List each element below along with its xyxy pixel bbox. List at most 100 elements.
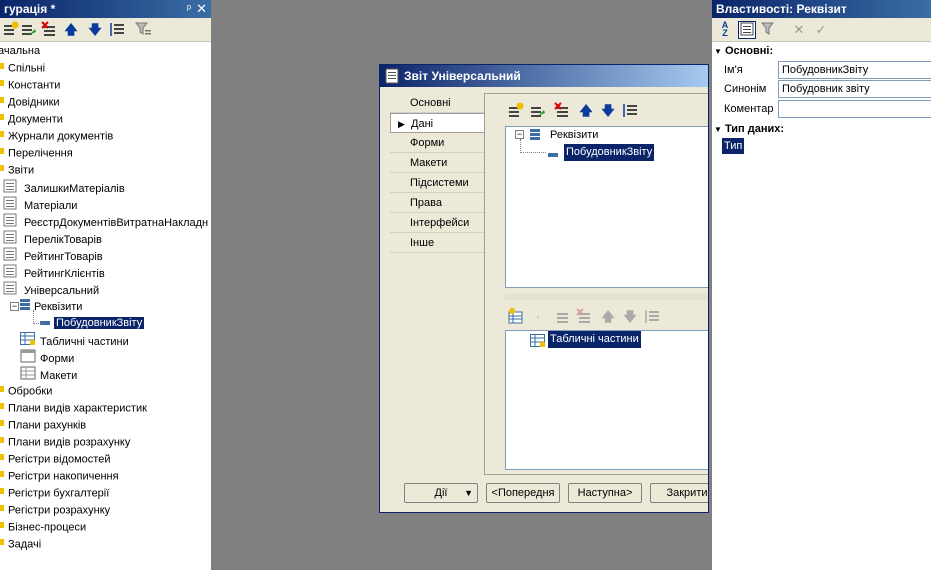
add-attr-icon[interactable]	[507, 102, 525, 120]
filter-props-icon[interactable]	[760, 21, 778, 39]
move-up-table-icon[interactable]: 🡅	[599, 308, 617, 326]
tab-1[interactable]: ▶ Дані	[390, 113, 484, 133]
tab-label: Інше	[410, 237, 435, 249]
tree-item[interactable]: Макети	[20, 366, 77, 383]
collapse-toggle-icon[interactable]: −	[10, 302, 19, 311]
tree-item-label: РеєстрДокументівВитратнаНакладн	[24, 216, 209, 229]
move-up-icon[interactable]: 🡅	[62, 21, 80, 39]
config-tree-titlebar[interactable]: гурація * ᵖ ✕	[0, 0, 211, 18]
actions-button[interactable]: Дії ▼	[404, 483, 478, 503]
tab-2[interactable]: Форми	[390, 133, 484, 153]
collapse-toggle-icon[interactable]: −	[515, 130, 524, 139]
tree-item[interactable]: ПерелікТоварів	[2, 230, 102, 247]
tab-0[interactable]: Основні	[390, 93, 484, 113]
attr-toolbar: 🡅 🡇	[507, 102, 707, 122]
attr-tree-box[interactable]: − Реквізити ПобудовникЗвіту	[505, 126, 708, 288]
tree-item[interactable]: Регістри відомостей	[0, 451, 110, 468]
move-down-icon[interactable]: 🡇	[86, 21, 104, 39]
tree-item[interactable]: Універсальний	[2, 281, 99, 298]
folder-icon	[0, 60, 6, 77]
synonym-field[interactable]: Побудовник звіту	[778, 80, 931, 98]
tree-item[interactable]: Плани рахунків	[0, 417, 86, 434]
tree-item[interactable]: Задачі	[0, 536, 41, 553]
add-child-attr-icon[interactable]	[529, 102, 547, 120]
tab-7[interactable]: Інше	[390, 233, 484, 253]
move-down-attr-icon[interactable]: 🡇	[599, 102, 617, 120]
tree-item[interactable]: ЗалишкиМатеріалів	[2, 179, 125, 196]
tab-label: Форми	[410, 137, 445, 149]
tree-item[interactable]: Матеріали	[2, 196, 77, 213]
tree-item-label: Регістри бухгалтерії	[8, 487, 110, 500]
tree-item[interactable]: Документи	[0, 111, 63, 128]
attr-tree-child[interactable]: ПобудовникЗвіту	[564, 144, 655, 161]
delete-table-icon[interactable]	[575, 308, 593, 326]
tree-item-label: Документи	[8, 113, 63, 126]
tree-item-label: Плани рахунків	[8, 419, 87, 432]
tree-item[interactable]: РеєстрДокументівВитратнаНакладн	[2, 213, 208, 230]
close-button[interactable]: Закрити	[650, 483, 708, 503]
tree-item[interactable]: Довідники	[0, 94, 60, 111]
tree-item[interactable]: Регістри накопичення	[0, 468, 119, 485]
tree-item[interactable]: Регістри розрахунку	[0, 502, 110, 519]
tree-item[interactable]: РейтингТоварів	[2, 247, 103, 264]
tree-item[interactable]: Константи	[0, 77, 60, 94]
sort-alpha-icon[interactable]: AZ	[716, 21, 734, 39]
tree-item[interactable]: Обробки	[0, 383, 52, 400]
add-table-icon[interactable]	[507, 308, 525, 326]
add-icon[interactable]	[2, 21, 20, 39]
config-tree-title: гурація *	[4, 2, 56, 16]
folder-icon	[0, 94, 6, 111]
tree-item[interactable]: РейтингКлієнтів	[2, 264, 105, 281]
tree-item[interactable]: Реквізити	[20, 298, 82, 315]
sort-table-icon[interactable]	[643, 308, 661, 326]
comment-field[interactable]	[778, 100, 931, 118]
table-tree-box[interactable]: Табличні частини	[505, 330, 708, 470]
type-field[interactable]: ПостроительОтчета	[746, 138, 931, 155]
delete-icon[interactable]	[40, 21, 58, 39]
section-type-header[interactable]: ▼ Тип даних:	[714, 121, 784, 137]
tree-item[interactable]: ПобудовникЗвіту	[40, 315, 145, 332]
tree-item[interactable]: Плани видів характеристик	[0, 400, 147, 417]
tree-item[interactable]: Табличні частини	[20, 332, 129, 349]
tree-item[interactable]: Бізнес-процеси	[0, 519, 86, 536]
tab-4[interactable]: Підсистеми	[390, 173, 484, 193]
tree-item[interactable]: Перелічення	[0, 145, 73, 162]
categorized-icon[interactable]	[738, 21, 756, 39]
clear-icon[interactable]: ✕	[790, 21, 808, 39]
add-column-icon[interactable]: ∙	[529, 308, 547, 326]
section-main-header[interactable]: ▼ Основні:	[714, 43, 773, 59]
edit-table-icon[interactable]	[553, 308, 571, 326]
filter-icon[interactable]	[134, 21, 152, 39]
tree-item[interactable]: Плани видів розрахунку	[0, 434, 130, 451]
tree-item[interactable]: Регістри бухгалтерії	[0, 485, 109, 502]
prev-button[interactable]: <Попередня	[486, 483, 560, 503]
tree-item-label: Бізнес-процеси	[8, 521, 87, 534]
tab-3[interactable]: Макети	[390, 153, 484, 173]
move-down-table-icon[interactable]: 🡇	[621, 308, 639, 326]
tree-item[interactable]: ачальна	[0, 43, 40, 60]
properties-titlebar[interactable]: Властивості: Реквізит	[712, 0, 931, 18]
tab-6[interactable]: Інтерфейси	[390, 213, 484, 233]
tab-5[interactable]: Права	[390, 193, 484, 213]
tab-label: Макети	[410, 157, 448, 169]
next-button[interactable]: Наступна>	[568, 483, 642, 503]
sort-icon[interactable]	[108, 21, 126, 39]
add-child-icon[interactable]	[20, 21, 38, 39]
report-dialog-titlebar[interactable]: Звіт Універсальний	[380, 65, 708, 87]
type-label: Тип	[722, 138, 745, 154]
sort-attr-icon[interactable]	[621, 102, 639, 120]
pin-icon[interactable]: ᵖ	[187, 0, 191, 18]
tree-item[interactable]: Журнали документів	[0, 128, 113, 145]
tree-item[interactable]: Форми	[20, 349, 74, 366]
folder-icon	[0, 502, 6, 519]
apply-icon[interactable]: ✓	[812, 21, 830, 39]
tree-item[interactable]: Звіти	[0, 162, 34, 179]
move-up-attr-icon[interactable]: 🡅	[577, 102, 595, 120]
name-field[interactable]: ПобудовникЗвіту	[778, 61, 931, 79]
attr-tree-root[interactable]: Реквізити	[550, 127, 598, 144]
delete-attr-icon[interactable]	[553, 102, 571, 120]
folder-icon	[0, 485, 6, 502]
table-tree-root[interactable]: Табличні частини	[548, 331, 641, 348]
tree-item[interactable]: Спільні	[0, 60, 45, 77]
close-icon[interactable]: ✕	[196, 0, 207, 18]
